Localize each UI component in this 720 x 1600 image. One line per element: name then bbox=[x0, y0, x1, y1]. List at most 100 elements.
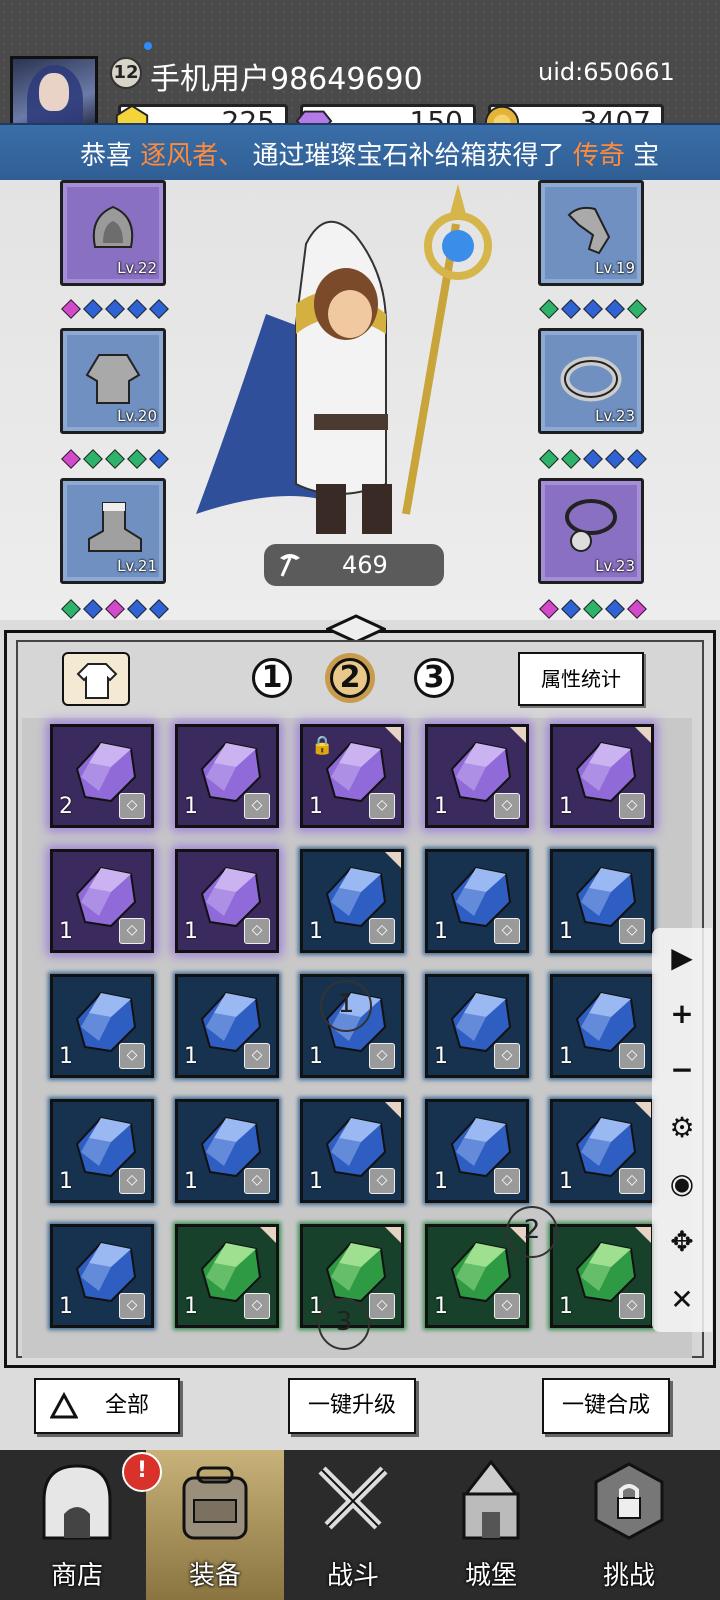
bottom-nav: 商店 装备 战斗 城堡 挑战 bbox=[0, 1450, 720, 1600]
gem-socket bbox=[561, 449, 581, 469]
item-count: 1 bbox=[434, 794, 448, 819]
pickaxe-icon bbox=[280, 554, 300, 577]
nav-equipment[interactable]: 装备 bbox=[146, 1450, 284, 1600]
banner-suffix: 宝 bbox=[624, 141, 660, 171]
triangle-up-icon bbox=[50, 1392, 78, 1419]
combat-power: 469 bbox=[264, 544, 444, 586]
new-corner-marker bbox=[260, 1227, 276, 1243]
ring-icon: ◇ bbox=[119, 793, 145, 819]
helmet-icon bbox=[92, 205, 134, 248]
armor-icon: ◇ bbox=[244, 1043, 270, 1069]
gem-socket bbox=[149, 449, 169, 469]
equip-slot-ring[interactable]: Lv.23 bbox=[538, 328, 644, 434]
item-count: 1 bbox=[184, 1294, 198, 1319]
plus-icon[interactable]: + bbox=[660, 992, 704, 1036]
inventory-item[interactable]: 1 ◇ bbox=[425, 849, 529, 953]
eye-off-icon[interactable]: ◉ bbox=[660, 1162, 704, 1206]
item-count: 1 bbox=[59, 919, 73, 944]
inventory-item[interactable]: 1 ◇ bbox=[550, 849, 654, 953]
new-corner-marker bbox=[385, 1102, 401, 1118]
slot-level: Lv.19 bbox=[595, 259, 635, 277]
armor-icon: ◇ bbox=[244, 793, 270, 819]
inventory-item[interactable]: 1 ◇ bbox=[50, 974, 154, 1078]
gloves-icon: ◇ bbox=[494, 793, 520, 819]
tab-2[interactable]: 2 bbox=[330, 658, 370, 698]
inventory-item[interactable]: 1 ◇ bbox=[175, 1099, 279, 1203]
inventory-item[interactable]: 1 ◇ bbox=[425, 974, 529, 1078]
gem-socket bbox=[105, 299, 125, 319]
play-icon[interactable]: ▶ bbox=[660, 936, 704, 980]
merge-all-button[interactable]: 一键合成 bbox=[542, 1378, 670, 1434]
close-icon[interactable]: ✕ bbox=[660, 1278, 704, 1322]
tab-1[interactable]: 1 bbox=[252, 658, 292, 698]
gem-sockets-gloves bbox=[539, 299, 647, 319]
attribute-stats-button[interactable]: 属性统计 bbox=[518, 652, 644, 706]
inventory-item[interactable]: 1 ◇ bbox=[50, 1099, 154, 1203]
banner-rarity: 传奇 bbox=[572, 141, 625, 171]
item-count: 1 bbox=[59, 1044, 73, 1069]
equip-slot-necklace[interactable]: Lv.23 bbox=[538, 478, 644, 584]
inventory-item[interactable]: 1 ◇ bbox=[550, 974, 654, 1078]
move-icon[interactable]: ✥ bbox=[660, 1220, 704, 1264]
inventory-item[interactable]: 1 ◇ bbox=[550, 1224, 654, 1328]
outfit-button[interactable] bbox=[62, 652, 130, 706]
gem-socket bbox=[605, 449, 625, 469]
inventory-item[interactable]: 1 ◇ bbox=[50, 1224, 154, 1328]
upgrade-all-button[interactable]: 一键升级 bbox=[288, 1378, 416, 1434]
gem-socket bbox=[127, 299, 147, 319]
nav-challenge[interactable]: 挑战 bbox=[560, 1450, 698, 1600]
minus-icon[interactable]: − bbox=[660, 1048, 704, 1092]
helmet-icon: ◇ bbox=[119, 918, 145, 944]
inventory-item[interactable]: 1 ◇ bbox=[175, 1224, 279, 1328]
equip-slot-boots[interactable]: Lv.21 bbox=[60, 478, 166, 584]
notification-badge: ! bbox=[122, 1452, 162, 1492]
notification-dot bbox=[144, 42, 152, 50]
gem-socket bbox=[539, 299, 559, 319]
new-corner-marker bbox=[635, 1102, 651, 1118]
equip-slot-gloves[interactable]: Lv.19 bbox=[538, 180, 644, 286]
power-value: 469 bbox=[342, 551, 388, 579]
gem-socket bbox=[127, 449, 147, 469]
gem-socket bbox=[105, 449, 125, 469]
inventory-item[interactable]: 1 ◇ bbox=[50, 849, 154, 953]
shop-icon bbox=[42, 1464, 112, 1540]
item-count: 1 bbox=[434, 1044, 448, 1069]
gem-sockets-helmet bbox=[61, 299, 169, 319]
gem-socket bbox=[561, 599, 581, 619]
gem-socket bbox=[605, 599, 625, 619]
helmet-icon: ◇ bbox=[494, 1043, 520, 1069]
inventory-item[interactable]: 1 ◇ bbox=[425, 1099, 529, 1203]
necklace-icon: ◇ bbox=[119, 1168, 145, 1194]
gem-sockets-armor bbox=[61, 449, 169, 469]
nav-castle[interactable]: 城堡 bbox=[422, 1450, 560, 1600]
marker-3[interactable]: 3 bbox=[318, 1298, 370, 1350]
marker-1[interactable]: 1 bbox=[320, 980, 372, 1032]
inventory-item[interactable]: 1 ◇ bbox=[425, 724, 529, 828]
inventory-item[interactable]: 1 ◇ bbox=[300, 849, 404, 953]
item-count: 1 bbox=[309, 1044, 323, 1069]
inventory-item[interactable]: 1 ◇ bbox=[175, 724, 279, 828]
nav-battle[interactable]: 战斗 bbox=[284, 1450, 422, 1600]
inventory-item[interactable]: 1 ◇ bbox=[175, 974, 279, 1078]
marker-2[interactable]: 2 bbox=[506, 1206, 558, 1258]
new-corner-marker bbox=[510, 727, 526, 743]
inventory-item[interactable]: 1 ◇ bbox=[550, 724, 654, 828]
inventory-item[interactable]: 1 ◇ 🔒 bbox=[300, 724, 404, 828]
gem-socket bbox=[627, 449, 647, 469]
gem-socket bbox=[539, 449, 559, 469]
inventory-item[interactable]: 1 ◇ bbox=[175, 849, 279, 953]
armor-icon: ◇ bbox=[619, 918, 645, 944]
boots-icon: ◇ bbox=[369, 1043, 395, 1069]
filter-all-button[interactable]: 全部 bbox=[34, 1378, 180, 1434]
inventory-item[interactable]: 2 ◇ bbox=[50, 724, 154, 828]
inventory-item[interactable]: 1 ◇ bbox=[550, 1099, 654, 1203]
gear-icon[interactable]: ⚙ bbox=[660, 1106, 704, 1150]
boots-icon bbox=[88, 502, 142, 552]
equip-slot-armor[interactable]: Lv.20 bbox=[60, 328, 166, 434]
announcement-banner: 恭喜 逐风者、 通过璀璨宝石补给箱获得了 传奇 宝 bbox=[0, 123, 720, 183]
inventory-item[interactable]: 1 ◇ bbox=[300, 1099, 404, 1203]
tab-3[interactable]: 3 bbox=[414, 658, 454, 698]
gem-socket bbox=[61, 299, 81, 319]
equip-slot-helmet[interactable]: Lv.22 bbox=[60, 180, 166, 286]
item-count: 1 bbox=[184, 794, 198, 819]
